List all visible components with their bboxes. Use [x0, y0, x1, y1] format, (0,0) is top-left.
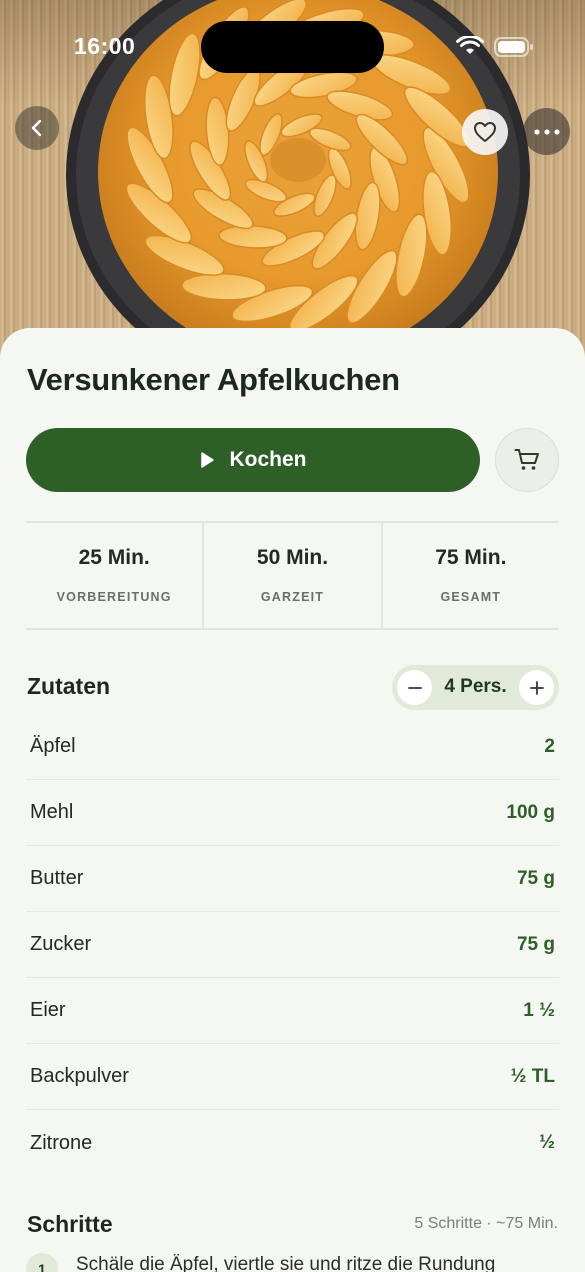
prep-time: 25 Min. VORBEREITUNG: [26, 523, 202, 628]
ingredient-row: Zucker 75 g: [26, 912, 559, 978]
ingredient-quantity: 100 g: [506, 801, 555, 823]
steps-summary: 5 Schritte · ~75 Min.: [414, 1215, 558, 1232]
plus-icon: [529, 680, 544, 695]
cook-button[interactable]: Kochen: [26, 428, 480, 492]
status-bar: 16:00: [0, 0, 585, 95]
step-text: Schäle die Äpfel, viertle sie und ritze …: [76, 1254, 496, 1272]
ingredient-name: Äpfel: [30, 735, 76, 757]
increase-servings-button[interactable]: [519, 670, 554, 705]
play-icon: [201, 452, 215, 468]
ingredient-name: Mehl: [30, 801, 74, 823]
recipe-title: Versunkener Apfelkuchen: [27, 362, 400, 397]
ingredient-row: Äpfel 2: [26, 714, 559, 780]
total-time: 75 Min. GESAMT: [380, 523, 559, 628]
add-to-cart-button[interactable]: [495, 428, 559, 492]
ingredient-quantity: 2: [544, 735, 555, 757]
cook-time-value: 50 Min.: [256, 546, 329, 569]
ingredient-row: Butter 75 g: [26, 846, 559, 912]
time-overview: 25 Min. VORBEREITUNG 50 Min. GARZEIT 75 …: [26, 521, 559, 630]
steps-title: Schritte: [27, 1211, 113, 1237]
battery-icon: [494, 37, 533, 57]
ingredient-quantity: 1 ½: [523, 999, 555, 1021]
ingredient-name: Backpulver: [30, 1065, 129, 1087]
ingredient-row: Backpulver ½ TL: [26, 1044, 559, 1110]
ingredient-quantity: 75 g: [516, 933, 555, 955]
ingredient-list: Äpfel 2 Mehl 100 g Butter 75 g Zucker 75…: [26, 714, 559, 1176]
servings-stepper: 4 Pers.: [392, 665, 559, 710]
ingredient-quantity: ½ TL: [510, 1065, 555, 1087]
ingredient-name: Zucker: [30, 933, 92, 955]
ingredient-row: Mehl 100 g: [26, 780, 559, 846]
ingredient-quantity: ½: [539, 1132, 555, 1153]
cook-button-label: Kochen: [229, 448, 307, 471]
chevron-left-icon: [31, 119, 42, 137]
more-options-button[interactable]: [523, 108, 570, 155]
cook-time-label: GARZEIT: [260, 590, 325, 604]
ingredient-row: Eier 1 ½: [26, 978, 559, 1044]
ingredient-name: Zitrone: [30, 1131, 93, 1154]
favorite-button[interactable]: [462, 109, 508, 155]
status-time: 16:00: [74, 33, 136, 59]
dynamic-island: [201, 21, 384, 73]
prep-time-label: VORBEREITUNG: [56, 590, 172, 604]
cook-time: 50 Min. GARZEIT: [202, 523, 380, 628]
ingredient-quantity: 75 g: [516, 867, 555, 889]
prep-time-value: 25 Min.: [78, 546, 150, 569]
ingredient-row: Zitrone ½: [26, 1110, 559, 1176]
ingredient-name: Butter: [30, 867, 84, 889]
ingredient-name: Eier: [30, 999, 66, 1021]
total-time-label: GESAMT: [440, 590, 502, 604]
heart-icon: [474, 122, 496, 142]
total-time-value: 75 Min.: [435, 546, 507, 569]
cart-icon: [514, 449, 539, 470]
back-button[interactable]: [15, 106, 59, 150]
ellipsis-icon: [533, 128, 560, 135]
ingredients-title: Zutaten: [27, 673, 111, 699]
wifi-icon: [456, 36, 484, 54]
